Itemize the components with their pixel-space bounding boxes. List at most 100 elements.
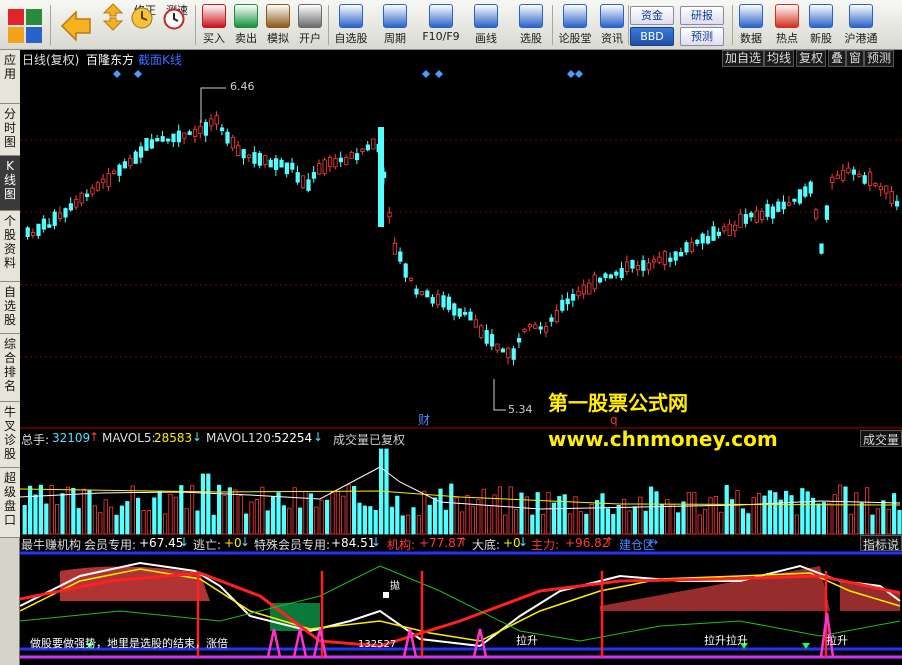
- spike-marker: [312, 628, 328, 658]
- volume-bar: [875, 508, 881, 535]
- section-kline-link[interactable]: 截面K线: [138, 51, 182, 68]
- toolbar-button-13[interactable]: 热点: [770, 2, 804, 48]
- toolbar-button-3[interactable]: 模拟: [262, 2, 294, 48]
- candlestick-chart[interactable]: 6.46 5.34 财 q: [20, 67, 902, 429]
- candle-body: [824, 205, 830, 220]
- header-button-5[interactable]: 窗: [846, 50, 865, 67]
- correction-button[interactable]: 修正: [130, 2, 160, 48]
- toolbar-button-6[interactable]: 周期: [376, 2, 414, 48]
- speed-test-button[interactable]: 测速: [162, 2, 192, 48]
- toolbar-button-14[interactable]: 新股: [804, 2, 838, 48]
- volume-bar: [449, 483, 454, 535]
- volume-bar: [800, 488, 805, 535]
- candle-body: [230, 136, 235, 149]
- volume-bar: [508, 486, 513, 535]
- bbd-button[interactable]: BBD: [630, 27, 674, 46]
- volume-bar: [60, 493, 65, 535]
- candle-body: [187, 131, 192, 135]
- volume-bar: [632, 506, 638, 535]
- indicator-help-button[interactable]: 指标说: [859, 535, 902, 552]
- mavol120-down-arrow-icon: ↓: [313, 430, 324, 444]
- toolbar-button-7[interactable]: F10/F9: [418, 2, 464, 48]
- spike-marker: [266, 628, 282, 658]
- volume-bar: [443, 509, 449, 535]
- left-tab-4[interactable]: 个股资料: [0, 211, 20, 282]
- toolbar-button-label: 新股: [810, 32, 832, 45]
- special-member-value: +84.51: [331, 536, 376, 550]
- volume-bar: [292, 487, 297, 535]
- research-report-button[interactable]: 研报: [680, 6, 724, 25]
- volume-restored-label: 成交量已复权: [333, 433, 406, 447]
- header-button-1[interactable]: 加自选: [722, 50, 765, 67]
- volume-indicator-button[interactable]: 成交量: [859, 430, 902, 447]
- left-tab-8[interactable]: 超级盘口: [0, 468, 20, 538]
- candle-body: [430, 297, 435, 304]
- left-tab-3[interactable]: K线图: [0, 156, 20, 211]
- bear-zone-area-2: [600, 566, 830, 611]
- left-tab-1[interactable]: 应用: [0, 50, 20, 104]
- toolbar-button-4[interactable]: 开户: [294, 2, 326, 48]
- volume-bar: [767, 490, 773, 535]
- header-button-4[interactable]: 叠: [828, 50, 847, 67]
- candle-body: [673, 251, 678, 261]
- left-tab-5[interactable]: 自选股: [0, 282, 20, 334]
- volume-bar: [794, 514, 800, 535]
- hk-connect-icon: [849, 4, 873, 28]
- candle-body: [354, 153, 360, 161]
- toolbar-button-2[interactable]: 卖出: [230, 2, 262, 48]
- left-tab-label: 分时图: [4, 107, 17, 149]
- volume-bar: [330, 491, 335, 535]
- toolbar-button-label: F10/F9: [422, 30, 460, 43]
- volume-bar: [568, 513, 573, 535]
- left-tab-2[interactable]: 分时图: [0, 104, 20, 156]
- left-tab-6[interactable]: 综合排名: [0, 334, 20, 402]
- toolbar-button-label: 模拟: [267, 32, 289, 45]
- candle-body: [700, 233, 705, 244]
- mavol5-label: MAVOL5:: [102, 431, 156, 445]
- candle-body: [63, 208, 68, 218]
- volume-bar: [260, 486, 265, 535]
- candle-body: [149, 139, 154, 149]
- high-price-label: 6.46: [230, 80, 255, 93]
- toolbar-button-10[interactable]: 论股堂: [554, 2, 596, 48]
- candle-body: [246, 154, 252, 158]
- signal-diamond-icon: [422, 70, 430, 78]
- pe-icon: [739, 4, 763, 28]
- volume-chart[interactable]: [20, 447, 902, 535]
- financial-report-marker[interactable]: 财: [418, 413, 430, 427]
- total-volume-value: 32109: [52, 431, 91, 445]
- candle-body: [716, 231, 722, 236]
- forecast-button[interactable]: 预测: [680, 27, 724, 46]
- candle-body: [317, 163, 322, 175]
- pen-icon: [474, 4, 498, 28]
- toolbar-separator: [328, 5, 329, 45]
- volume-bar: [136, 497, 141, 535]
- candle-body: [435, 294, 441, 306]
- indicator-chart[interactable]: 拉升 拉升拉升 拉升 做股要做强势，地里是选股的结束，涨倍 132527 拋: [20, 551, 902, 665]
- volume-bar: [405, 514, 411, 535]
- toolbar-button-8[interactable]: 画线: [466, 2, 506, 48]
- volume-bar: [314, 506, 319, 535]
- candle-body: [662, 251, 668, 265]
- header-button-2[interactable]: 均线: [764, 50, 795, 67]
- toolbar-button-5[interactable]: 自选股: [330, 2, 372, 48]
- toolbar-button-15[interactable]: 沪港通: [840, 2, 882, 48]
- main-force-value: +96.82: [565, 536, 610, 550]
- volume-bar: [589, 503, 594, 535]
- volume-bar: [465, 494, 470, 535]
- app-logo-icon[interactable]: [6, 7, 44, 45]
- toolbar-button-9[interactable]: 选股: [510, 2, 552, 48]
- left-tab-7[interactable]: 牛叉诊股: [0, 402, 20, 468]
- toolbar-button-1[interactable]: 买入: [198, 2, 230, 48]
- candle-body: [419, 291, 425, 296]
- toolbar-button-11[interactable]: 资讯: [596, 2, 628, 48]
- candle-body: [74, 199, 79, 208]
- header-button-3[interactable]: 复权: [796, 50, 827, 67]
- funds-button[interactable]: 资金: [630, 6, 674, 25]
- header-button-6[interactable]: 预测: [864, 50, 895, 67]
- fix-button[interactable]: [100, 2, 130, 48]
- period-label[interactable]: 日线(复权): [22, 51, 79, 68]
- back-button[interactable]: [56, 2, 96, 48]
- toolbar-button-12[interactable]: 数据: [734, 2, 768, 48]
- candle-body: [392, 242, 398, 255]
